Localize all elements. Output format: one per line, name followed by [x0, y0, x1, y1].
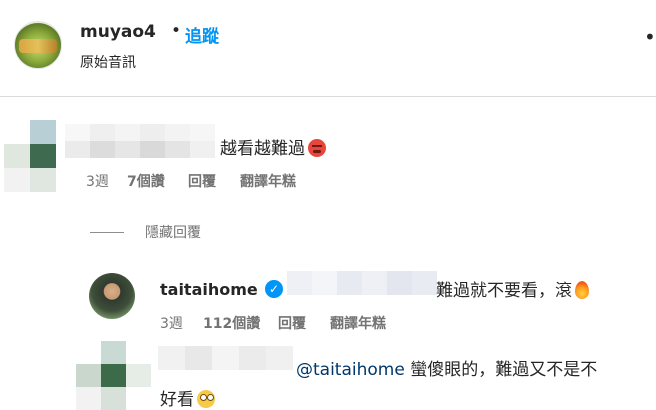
mosaic-block: [165, 141, 190, 158]
mosaic-block: [30, 168, 56, 192]
mosaic-block: [101, 341, 126, 364]
mosaic-block: [65, 124, 90, 141]
second-reply-text-line2: 好看: [160, 385, 215, 410]
second-reply-name-pixelated[interactable]: [158, 346, 294, 370]
reply-likes[interactable]: 112個讚: [203, 313, 260, 333]
eye-roll-icon: [197, 390, 215, 408]
replies-line: [90, 232, 124, 233]
more-options-icon[interactable]: •: [644, 27, 656, 47]
separator-dot: •: [171, 21, 182, 41]
mosaic-block: [387, 271, 412, 295]
mosaic-block: [115, 141, 140, 158]
post-author-avatar[interactable]: [14, 21, 62, 69]
comment-translate-button[interactable]: 翻譯年糕: [240, 171, 296, 191]
mention-link[interactable]: @taitaihome: [296, 360, 405, 380]
mosaic-block: [90, 124, 115, 141]
mosaic-block: [412, 271, 437, 295]
commenter-name-pixelated[interactable]: [65, 124, 215, 158]
post-username[interactable]: muyao4: [80, 22, 156, 42]
mosaic-block: [126, 341, 151, 364]
mosaic-block: [101, 364, 126, 387]
mosaic-block: [90, 141, 115, 158]
comment-reply-button[interactable]: 回覆: [188, 171, 216, 191]
comment-likes[interactable]: 7個讚: [127, 171, 165, 191]
mosaic-block: [4, 120, 30, 144]
angry-face-icon: [308, 139, 326, 157]
mosaic-block: [312, 271, 337, 295]
mosaic-block: [239, 346, 266, 370]
mosaic-block: [30, 120, 56, 144]
mosaic-block: [190, 141, 215, 158]
reply-avatar[interactable]: [89, 273, 135, 319]
reply-body: 難過就不要看，滾: [436, 281, 572, 301]
mosaic-block: [30, 144, 56, 168]
hide-replies-button[interactable]: 隱藏回覆: [145, 222, 201, 242]
mosaic-block: [165, 124, 190, 141]
mosaic-block: [140, 124, 165, 141]
verified-badge-icon: ✓: [265, 280, 283, 298]
reply-reply-button[interactable]: 回覆: [278, 313, 306, 333]
mosaic-block: [115, 124, 140, 141]
mosaic-block: [287, 271, 312, 295]
follow-button[interactable]: 追蹤: [185, 22, 219, 47]
mosaic-block: [76, 387, 101, 410]
mosaic-block: [266, 346, 293, 370]
mosaic-block: [4, 168, 30, 192]
second-reply-body-line1: 蠻傻眼的，難過又不是不: [404, 360, 598, 380]
mosaic-block: [126, 387, 151, 410]
commenter-avatar-pixelated[interactable]: [4, 120, 56, 192]
mosaic-block: [4, 144, 30, 168]
reply-translate-button[interactable]: 翻譯年糕: [330, 313, 386, 333]
mosaic-block: [212, 346, 239, 370]
avatar-logo-image: [19, 39, 57, 53]
mosaic-block: [76, 364, 101, 387]
mosaic-block: [337, 271, 362, 295]
second-reply-body-line2: 好看: [160, 390, 194, 410]
mosaic-block: [76, 341, 101, 364]
mosaic-block: [190, 124, 215, 141]
second-reply-text-line1: @taitaihome 蠻傻眼的，難過又不是不: [296, 355, 597, 380]
mosaic-block: [101, 387, 126, 410]
header-divider: [0, 96, 656, 97]
second-reply-avatar-pixelated[interactable]: [76, 341, 152, 410]
mosaic-block: [140, 141, 165, 158]
mosaic-block: [126, 364, 151, 387]
mosaic-block: [185, 346, 212, 370]
comment-time: 3週: [86, 174, 109, 190]
fire-icon: [575, 281, 589, 299]
reply-mention-pixelated: [287, 271, 437, 295]
comment-body: 越看越難過: [220, 139, 305, 159]
reply-time: 3週: [160, 316, 183, 332]
comment-text: 越看越難過: [220, 134, 326, 159]
mosaic-block: [158, 346, 185, 370]
mosaic-block: [362, 271, 387, 295]
reply-text: 難過就不要看，滾: [436, 276, 589, 301]
original-audio-link[interactable]: 原始音訊: [80, 52, 136, 72]
reply-username[interactable]: taitaihome: [160, 280, 258, 299]
mosaic-block: [65, 141, 90, 158]
